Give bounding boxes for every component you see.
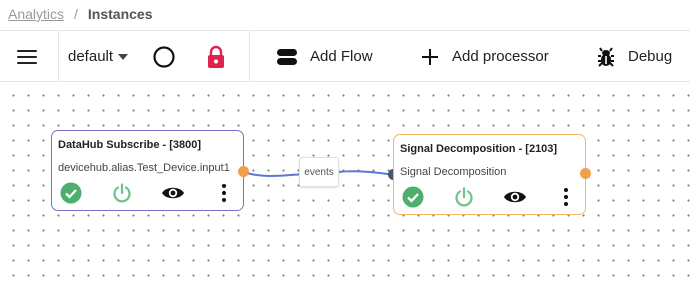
- status-circle-button[interactable]: [152, 31, 176, 82]
- node-view-button[interactable]: [501, 183, 529, 211]
- caret-down-icon: [118, 53, 129, 60]
- more-vert-icon: [222, 184, 226, 202]
- debug-label: Debug: [628, 48, 673, 65]
- breadcrumb-current: Instances: [87, 6, 153, 22]
- edge-label[interactable]: events: [299, 157, 339, 187]
- eye-icon: [162, 187, 184, 199]
- hamburger-line: [17, 61, 37, 64]
- bug-icon: [598, 46, 614, 67]
- node-subtitle: devicehub.alias.Test_Device.input1: [58, 162, 230, 174]
- toolbar-divider: [58, 31, 59, 82]
- node-status-button[interactable]: [399, 183, 427, 211]
- check-circle-icon: [402, 186, 424, 208]
- menu-button[interactable]: [16, 31, 38, 82]
- node-title: Signal Decomposition - [2103]: [400, 143, 558, 155]
- node-power-button[interactable]: [450, 183, 478, 211]
- lock-icon: [208, 45, 224, 68]
- processor-node-datahub-subscribe[interactable]: DataHub Subscribe - [3800] devicehub.ali…: [51, 130, 244, 211]
- lock-button[interactable]: [206, 31, 226, 82]
- processor-node-signal-decomposition[interactable]: Signal Decomposition - [2103] Signal Dec…: [393, 134, 586, 215]
- add-processor-label: Add processor: [452, 48, 549, 65]
- node-more-button[interactable]: [210, 179, 238, 207]
- output-port[interactable]: [238, 166, 249, 177]
- debug-button[interactable]: Debug: [596, 31, 672, 82]
- node-view-button[interactable]: [159, 179, 187, 207]
- hamburger-icon: [17, 49, 37, 52]
- output-port[interactable]: [580, 168, 591, 179]
- eye-icon: [504, 191, 526, 203]
- node-power-button[interactable]: [108, 179, 136, 207]
- breadcrumb-separator: /: [74, 6, 78, 22]
- breadcrumb: Analytics / Instances: [0, 0, 690, 28]
- power-icon: [113, 183, 131, 203]
- node-title: DataHub Subscribe - [3800]: [58, 139, 202, 151]
- node-subtitle: Signal Decomposition: [400, 166, 507, 178]
- toolbar: default Add Flow Add processor Debug: [0, 30, 690, 82]
- node-actions: [394, 183, 585, 211]
- more-vert-icon: [564, 188, 568, 206]
- toolbar-divider: [249, 31, 250, 82]
- add-flow-label: Add Flow: [310, 48, 373, 65]
- flow-canvas[interactable]: DataHub Subscribe - [3800] devicehub.ali…: [0, 82, 690, 285]
- plus-icon: [422, 48, 438, 65]
- check-circle-icon: [60, 182, 82, 204]
- circle-icon: [153, 45, 175, 68]
- add-processor-button[interactable]: Add processor: [422, 31, 549, 82]
- node-actions: [52, 179, 243, 207]
- breadcrumb-analytics-link[interactable]: Analytics: [8, 6, 64, 22]
- node-more-button[interactable]: [552, 183, 580, 211]
- instance-dropdown[interactable]: default: [68, 31, 129, 82]
- flow-icon: [277, 48, 297, 65]
- hamburger-line: [17, 55, 37, 58]
- dropdown-value: default: [68, 48, 114, 65]
- add-flow-button[interactable]: Add Flow: [276, 31, 373, 82]
- power-icon: [455, 187, 473, 207]
- node-status-button[interactable]: [57, 179, 85, 207]
